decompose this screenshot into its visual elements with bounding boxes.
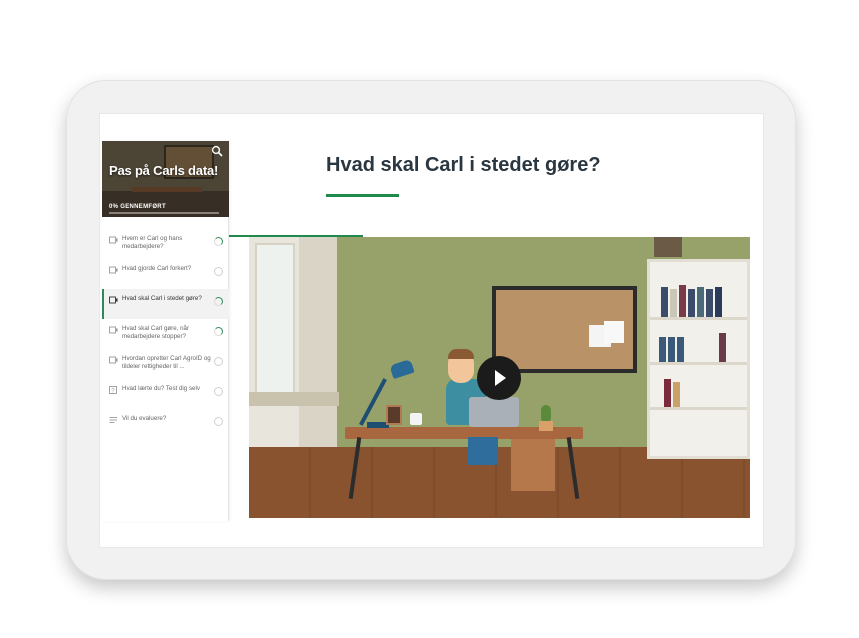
lesson-status-indicator (214, 267, 223, 276)
video-player[interactable] (249, 237, 750, 518)
list-icon (109, 417, 117, 423)
lesson-item[interactable]: Hvad skal Carl gøre, når medarbejdere st… (102, 319, 229, 349)
video-book (677, 337, 684, 362)
video-icon (109, 236, 118, 244)
video-shelf-board (650, 317, 747, 320)
course-header: Pas på Carls data! 0% GENNEMFØRT (102, 141, 229, 217)
video-book (697, 287, 704, 317)
lesson-status-indicator (214, 297, 223, 306)
search-icon[interactable] (211, 145, 223, 157)
video-book (679, 285, 686, 317)
lesson-status-indicator (214, 387, 223, 396)
video-book (688, 289, 695, 317)
video-book (661, 287, 668, 317)
lesson-item[interactable]: Hvordan opretter Carl AgroID og tildeler… (102, 349, 229, 379)
lesson-status-indicator (214, 417, 223, 426)
video-curtain (299, 237, 337, 447)
video-cabinet (511, 439, 555, 491)
course-progress-bar (109, 212, 219, 214)
course-title: Pas på Carls data! (109, 163, 219, 178)
lesson-status-indicator (214, 357, 223, 366)
video-shelf-board (650, 362, 747, 365)
video-book (664, 379, 671, 407)
lesson-item[interactable]: Hvem er Carl og hans medarbejdere? (102, 229, 229, 259)
video-cactus-pot (539, 421, 553, 431)
video-photo-frame (386, 405, 402, 425)
screen: Pas på Carls data! 0% GENNEMFØRT Hvem er… (99, 113, 764, 548)
video-person-legs (468, 437, 498, 465)
video-book (668, 337, 675, 362)
video-mug (410, 413, 422, 425)
lesson-item[interactable]: ? Hvad lærte du? Test dig selv (102, 379, 229, 409)
video-bench (249, 392, 339, 406)
video-book (673, 382, 680, 407)
lesson-list: Hvem er Carl og hans medarbejdere? Hvad … (102, 229, 229, 439)
lesson-label: Hvad gjorde Carl forkert? (122, 265, 192, 272)
title-underline (326, 194, 399, 197)
lesson-label: Hvem er Carl og hans medarbejdere? (122, 235, 183, 250)
video-window-glass (255, 243, 295, 403)
video-plant (654, 237, 682, 257)
video-book (719, 333, 726, 362)
lesson-label: Hvad skal Carl gøre, når medarbejdere st… (122, 325, 190, 340)
video-note (604, 321, 624, 343)
video-book (706, 289, 713, 317)
video-book (659, 337, 666, 362)
play-icon[interactable] (477, 356, 521, 400)
lesson-item[interactable]: Hvad gjorde Carl forkert? (102, 259, 229, 289)
video-laptop (469, 397, 519, 427)
video-person-hair (448, 349, 474, 359)
video-icon (109, 326, 118, 334)
lesson-status-indicator (214, 237, 223, 246)
lesson-title: Hvad skal Carl i stedet gøre? (326, 154, 601, 176)
lesson-status-indicator (214, 327, 223, 336)
video-icon (109, 356, 118, 364)
lesson-label: Hvordan opretter Carl AgroID og tildeler… (122, 355, 211, 370)
lesson-item[interactable]: Vil du evaluere? (102, 409, 229, 439)
quiz-icon: ? (109, 386, 117, 394)
course-progress-label: 0% GENNEMFØRT (109, 204, 166, 210)
video-icon (109, 296, 118, 304)
video-book (670, 289, 677, 317)
lesson-label: Hvad lærte du? Test dig selv (122, 385, 200, 392)
lesson-label: Vil du evaluere? (122, 415, 167, 422)
lesson-label: Hvad skal Carl i stedet gøre? (122, 295, 202, 302)
video-shelf-board (650, 407, 747, 410)
lesson-item-active[interactable]: Hvad skal Carl i stedet gøre? (102, 289, 229, 319)
video-book (715, 287, 722, 317)
course-sidebar: Pas på Carls data! 0% GENNEMFØRT Hvem er… (102, 141, 229, 521)
video-icon (109, 266, 118, 274)
